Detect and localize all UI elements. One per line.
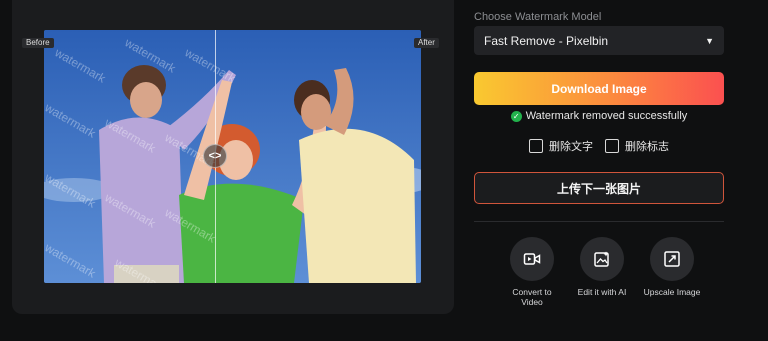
ai-edit-icon (594, 251, 609, 267)
upload-next-button[interactable]: 上传下一张图片 (474, 172, 724, 204)
download-button[interactable]: Download Image (474, 72, 724, 105)
convert-video-button[interactable] (510, 237, 554, 281)
remove-text-label: 删除文字 (549, 141, 593, 153)
video-convert-icon (523, 253, 541, 265)
upscale-icon (664, 251, 680, 267)
option-remove-logo[interactable]: 删除标志 (605, 137, 669, 155)
model-section-label: Choose Watermark Model (474, 11, 602, 23)
upscale-button[interactable] (650, 237, 694, 281)
remove-logo-label: 删除标志 (625, 141, 669, 153)
tool-upscale[interactable]: Upscale Image (642, 237, 702, 307)
before-after-compare[interactable]: watermark watermark watermark watermark … (44, 30, 421, 283)
code-brackets-icon: <> (208, 150, 222, 162)
check-circle-icon: ✓ (510, 110, 522, 122)
photo-preview: watermark watermark watermark watermark … (44, 30, 421, 283)
status-text: Watermark removed successfully (525, 110, 688, 122)
compare-drag-handle[interactable]: <> (203, 144, 227, 168)
removal-options: 删除文字 删除标志 (474, 137, 724, 155)
before-label: Before (22, 38, 54, 48)
remove-text-checkbox[interactable] (529, 139, 543, 153)
remove-logo-checkbox[interactable] (605, 139, 619, 153)
divider (474, 221, 724, 222)
convert-video-label: Convert to Video (512, 287, 552, 307)
edit-ai-label: Edit it with AI (577, 287, 627, 297)
model-selected-value: Fast Remove - Pixelbin (484, 33, 609, 48)
edit-ai-button[interactable] (580, 237, 624, 281)
option-remove-text[interactable]: 删除文字 (529, 137, 593, 155)
after-label: After (414, 38, 439, 48)
tool-buttons: Convert to Video Edit it with AI Upscale… (502, 237, 702, 307)
tool-edit-ai[interactable]: Edit it with AI (572, 237, 632, 307)
triangle-down-icon: ▼ (705, 35, 714, 46)
upscale-label: Upscale Image (643, 287, 701, 297)
status-message: ✓ Watermark removed successfully (474, 109, 724, 123)
tool-convert-video[interactable]: Convert to Video (502, 237, 562, 307)
model-select[interactable]: Fast Remove - Pixelbin ▼ (474, 26, 724, 55)
app-page: watermark watermark watermark watermark … (0, 0, 768, 341)
